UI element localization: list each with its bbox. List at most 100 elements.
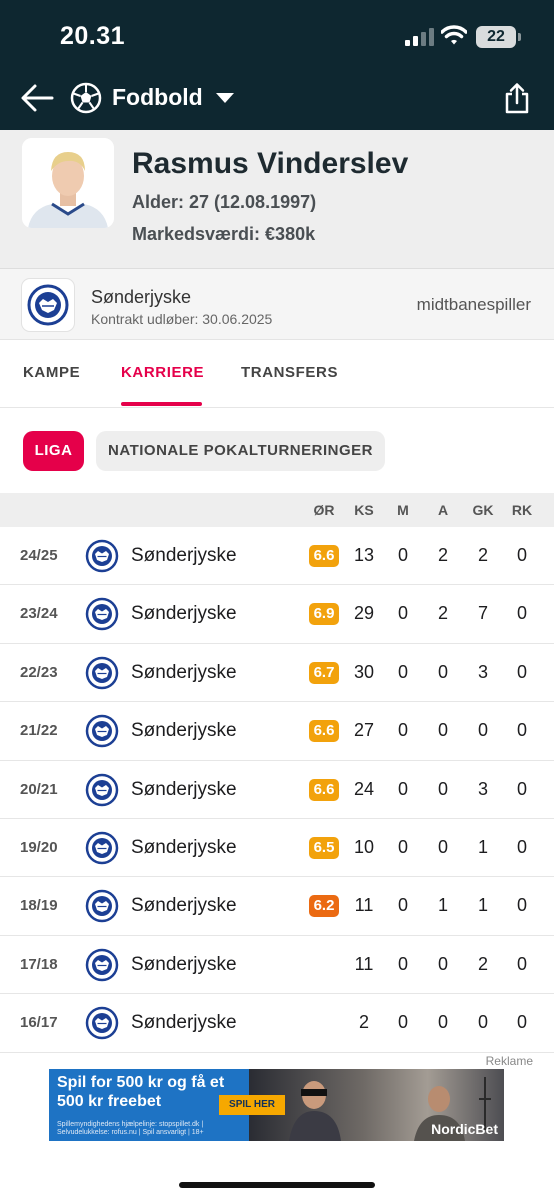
top-bar: 20.31 22 Fodbold — [0, 0, 554, 130]
signal-icon — [405, 28, 434, 46]
cell-ks: 30 — [353, 661, 375, 682]
ad-cta-button[interactable]: SPIL HER — [219, 1095, 285, 1115]
club-name: Sønderjyske — [91, 287, 192, 307]
sport-selector-label[interactable]: Fodbold — [112, 84, 203, 111]
table-row[interactable]: 21/22 Sønderjyske 6.6 27 0 0 0 0 — [0, 702, 554, 761]
rating-badge: 6.6 — [309, 545, 339, 567]
filter-national-cups[interactable]: NATIONALE POKALTURNERINGER — [96, 431, 385, 471]
table-row[interactable]: 24/25 Sønderjyske 6.6 13 0 2 2 0 — [0, 527, 554, 586]
table-row[interactable]: 16/17 Sønderjyske 2 0 0 0 0 — [0, 994, 554, 1053]
cell-m: 0 — [397, 720, 408, 741]
col-rating: ØR — [313, 502, 335, 518]
col-goals: M — [397, 502, 409, 518]
col-assists: A — [437, 502, 449, 518]
cell-a: 2 — [437, 603, 448, 624]
cell-m: 0 — [397, 836, 408, 857]
cell-rk: 0 — [516, 778, 527, 799]
share-icon[interactable] — [502, 82, 532, 114]
cell-a: 0 — [437, 720, 448, 741]
cell-gk: 0 — [477, 1012, 488, 1033]
cell-gk: 7 — [477, 603, 488, 624]
battery-indicator: 22 — [476, 26, 521, 48]
row-team: Sønderjyske — [131, 1012, 237, 1034]
caret-down-icon[interactable] — [216, 93, 234, 103]
ad-banner[interactable]: Spil for 500 kr og få et 500 kr freebet … — [49, 1069, 504, 1141]
club-crest-icon — [85, 1006, 119, 1040]
row-season: 22/23 — [20, 663, 58, 681]
col-yellow-cards: GK — [472, 502, 494, 518]
row-season: 23/24 — [20, 605, 58, 623]
football-icon[interactable] — [70, 82, 102, 114]
club-crest-icon — [22, 279, 74, 331]
rating-badge: 6.9 — [309, 603, 339, 626]
row-season: 18/19 — [20, 897, 58, 915]
club-crest-icon — [85, 889, 119, 923]
cell-m: 0 — [397, 603, 408, 624]
table-header: ØR KS M A GK RK — [0, 493, 554, 527]
cell-m: 0 — [397, 661, 408, 682]
cell-gk: 3 — [477, 661, 488, 682]
row-season: 21/22 — [20, 722, 58, 740]
club-crest-icon — [85, 539, 119, 573]
tab-karriere[interactable]: KARRIERE — [121, 364, 204, 381]
club-crest-icon — [85, 597, 119, 631]
home-indicator[interactable] — [179, 1182, 375, 1188]
rating-badge: 6.7 — [309, 661, 339, 684]
table-row[interactable]: 18/19 Sønderjyske 6.2 11 0 1 1 0 — [0, 877, 554, 936]
table-row[interactable]: 22/23 Sønderjyske 6.7 30 0 0 3 0 — [0, 644, 554, 703]
back-arrow-icon[interactable] — [20, 82, 54, 114]
status-time: 20.31 — [60, 22, 126, 50]
cell-m: 0 — [397, 895, 408, 916]
cell-rk: 0 — [516, 661, 527, 682]
club-contract: Kontrakt udløber: 30.06.2025 — [91, 311, 273, 327]
club-crest-icon — [85, 656, 119, 690]
filter-liga[interactable]: LIGA — [23, 431, 84, 471]
ad-label: Reklame — [485, 1054, 533, 1068]
cell-ks: 10 — [353, 836, 375, 857]
cell-gk: 2 — [477, 545, 488, 565]
cell-a: 2 — [437, 545, 448, 565]
player-age: Alder: 27 (12.08.1997) — [132, 192, 317, 212]
club-row[interactable]: Sønderjyske Kontrakt udløber: 30.06.2025… — [0, 268, 554, 340]
cell-ks: 13 — [353, 545, 375, 565]
row-season: 24/25 — [20, 547, 58, 564]
player-name: Rasmus Vinderslev — [132, 147, 409, 180]
cell-rk: 0 — [516, 953, 527, 974]
rating-badge: 6.2 — [309, 895, 339, 918]
cell-ks: 11 — [354, 895, 374, 916]
row-team: Sønderjyske — [131, 953, 237, 975]
row-season: 16/17 — [20, 1014, 58, 1032]
cell-gk: 2 — [477, 953, 488, 974]
cell-gk: 3 — [477, 778, 488, 799]
cell-gk: 0 — [477, 720, 488, 741]
club-crest-icon — [85, 831, 119, 865]
row-season: 19/20 — [20, 838, 58, 856]
cell-a: 0 — [437, 661, 448, 682]
table-row[interactable]: 19/20 Sønderjyske 6.5 10 0 0 1 0 — [0, 819, 554, 878]
rating-badge: 6.6 — [309, 778, 339, 801]
tab-transfers[interactable]: TRANSFERS — [241, 364, 338, 381]
cell-a: 0 — [437, 1012, 448, 1033]
cell-a: 0 — [437, 836, 448, 857]
cell-ks: 11 — [354, 953, 374, 974]
row-season: 17/18 — [20, 955, 58, 973]
wifi-icon — [441, 25, 467, 45]
row-team: Sønderjyske — [131, 836, 237, 858]
cell-gk: 1 — [477, 836, 488, 857]
cell-ks: 27 — [353, 720, 375, 741]
cell-a: 1 — [437, 895, 448, 916]
tab-kampe[interactable]: KAMPE — [23, 364, 80, 381]
player-card: Rasmus Vinderslev Alder: 27 (12.08.1997)… — [0, 130, 554, 268]
player-market-value: Markedsværdi: €380k — [132, 224, 316, 244]
cell-m: 0 — [397, 953, 408, 974]
club-crest-icon — [85, 948, 119, 982]
cell-ks: 2 — [358, 1012, 369, 1033]
table-row[interactable]: 17/18 Sønderjyske 11 0 0 2 0 — [0, 936, 554, 995]
table-row[interactable]: 20/21 Sønderjyske 6.6 24 0 0 3 0 — [0, 761, 554, 819]
row-season: 20/21 — [20, 780, 58, 798]
table-row[interactable]: 23/24 Sønderjyske 6.9 29 0 2 7 0 — [0, 585, 554, 644]
cell-a: 0 — [437, 953, 448, 974]
cell-ks: 24 — [353, 778, 375, 799]
col-matches: KS — [354, 502, 374, 518]
rating-badge: 6.6 — [309, 720, 339, 743]
